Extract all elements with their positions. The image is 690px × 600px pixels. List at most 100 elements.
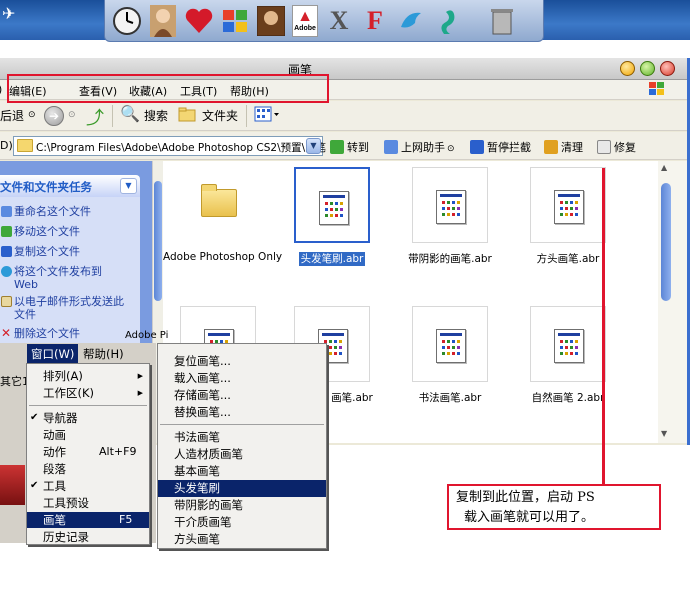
menu-item-animation[interactable]: 动画 <box>27 427 149 443</box>
menu-item-history[interactable]: 历史记录 <box>27 529 149 545</box>
adobe-icon[interactable]: ▲ Adobe <box>292 4 318 37</box>
helper-dropdown-icon[interactable]: ⊙ <box>447 144 455 154</box>
mail-icon <box>1 296 12 307</box>
folders-icon[interactable] <box>178 106 196 125</box>
go-button-label: 转到 <box>347 141 369 154</box>
search-icon[interactable]: 🔍 <box>120 104 140 123</box>
helper-icon <box>384 140 398 154</box>
menu-item-calligraphic[interactable]: 书法画笔 <box>158 429 326 446</box>
file-name: 头发笔刷.abr <box>298 252 366 266</box>
scroll-up-icon[interactable]: ▲ <box>661 163 667 172</box>
menu-item-basic[interactable]: 基本画笔 <box>158 463 326 480</box>
task-copy-label: 复制这个文件 <box>14 245 80 258</box>
menu-item-dry-media[interactable]: 干介质画笔 <box>158 514 326 531</box>
maximize-button[interactable] <box>640 61 655 76</box>
views-icon[interactable] <box>254 106 280 125</box>
windows-logo-icon[interactable] <box>220 5 250 37</box>
app-dock: ▲ Adobe X F <box>104 0 544 42</box>
swift-icon[interactable]: ✈ <box>2 4 24 24</box>
scroll-down-icon[interactable]: ▼ <box>661 429 667 438</box>
seahorse-icon[interactable] <box>432 5 462 37</box>
file-thumbnail <box>412 167 488 243</box>
fix-label: 修复 <box>614 141 636 154</box>
menu-item-actions[interactable]: 动作 Alt+F9 <box>27 444 149 460</box>
file-item[interactable]: 自然画笔 2.abr <box>513 304 623 430</box>
menu-item-workspace[interactable]: 工作区(K) ▶ <box>27 385 149 401</box>
back-dropdown-icon[interactable]: ⊙ <box>28 110 36 120</box>
menu-item-hair-brushes[interactable]: 头发笔刷 <box>158 480 326 497</box>
file-thumbnail <box>530 167 606 243</box>
clean-label: 清理 <box>561 141 583 154</box>
window-menu-dropdown: 排列(A) ▶ 工作区(K) ▶ ✔ 导航器 动画 动作 Alt+F9 段落 ✔… <box>26 363 150 545</box>
menu-item-drop-shadow[interactable]: 带阴影的画笔 <box>158 497 326 514</box>
menu-item-tool-presets[interactable]: 工具预设 <box>27 495 149 511</box>
file-item[interactable]: 书法画笔.abr <box>395 304 505 430</box>
menu-separator <box>160 424 324 425</box>
ps-menu-help[interactable]: 帮助(H) <box>83 346 124 362</box>
forward-button[interactable]: ➔ <box>44 106 64 126</box>
file-item[interactable]: 带阴影的画笔.abr <box>395 165 505 291</box>
adobe-label: Adobe <box>294 25 316 32</box>
folder-icon <box>201 184 237 217</box>
portrait-icon[interactable] <box>256 5 286 37</box>
address-dropdown-button[interactable]: ▼ <box>306 138 321 154</box>
ps-menu-window[interactable]: 窗口(W) <box>27 344 79 364</box>
other-label: 其它1 <box>0 375 29 388</box>
menu-item-replace-brushes[interactable]: 替换画笔... <box>158 404 326 421</box>
menu-item-load-brushes[interactable]: 载入画笔... <box>158 370 326 387</box>
clean-button[interactable]: 清理 <box>544 139 583 155</box>
search-button-label[interactable]: 搜索 <box>144 107 168 124</box>
menu-item-save-brushes[interactable]: 存储画笔... <box>158 387 326 404</box>
file-item[interactable]: 方头画笔.abr <box>513 165 623 291</box>
address-input[interactable]: C:\Program Files\Adobe\Adobe Photoshop C… <box>13 136 326 156</box>
address-path[interactable]: C:\Program Files\Adobe\Adobe Photoshop C… <box>36 140 326 155</box>
folders-button-label[interactable]: 文件夹 <box>202 107 238 124</box>
file-thumbnail <box>530 306 606 382</box>
file-thumbnail <box>412 306 488 382</box>
dolphin-icon[interactable] <box>396 5 426 37</box>
menu-file[interactable]: ) <box>0 83 2 96</box>
scrollbar-thumb[interactable] <box>661 183 671 301</box>
file-item[interactable]: Adobe Photoshop Only <box>163 165 282 291</box>
girl-avatar-icon[interactable] <box>148 4 178 37</box>
heart-icon[interactable] <box>184 5 214 37</box>
address-label: D) <box>0 139 13 152</box>
file-item-selected[interactable]: 头发笔刷.abr <box>277 165 387 291</box>
close-button[interactable] <box>660 61 675 76</box>
task-delete[interactable]: ✕ 删除这个文件 <box>0 327 128 339</box>
up-folder-icon[interactable]: ⤴ <box>86 104 104 130</box>
x11-icon[interactable]: X <box>324 5 354 37</box>
delete-x-icon: ✕ <box>1 327 12 339</box>
submenu-arrow-icon: ▶ <box>137 372 143 380</box>
go-button[interactable]: 转到 <box>330 139 369 155</box>
menu-item-square[interactable]: 方头画笔 <box>158 531 326 548</box>
fix-button[interactable]: 修复 <box>597 139 636 155</box>
collapse-chevron-icon[interactable]: ▼ <box>120 178 137 194</box>
abr-file-icon <box>554 190 584 224</box>
menu-item-tools[interactable]: ✔ 工具 <box>27 478 149 494</box>
file-tasks-header[interactable]: 文件和文件夹任务 ▼ <box>0 175 140 197</box>
forward-dropdown-icon[interactable]: ⊙ <box>68 110 76 120</box>
block-popup-label: 暂停拦截 <box>487 141 531 154</box>
menu-item-reset-brushes[interactable]: 复位画笔... <box>158 353 326 370</box>
back-button-label[interactable]: 后退 <box>0 107 24 124</box>
brush-options-menu: 复位画笔... 载入画笔... 存储画笔... 替换画笔... 书法画笔 人造材… <box>157 343 327 549</box>
menu-item-navigator[interactable]: ✔ 导航器 <box>27 410 149 426</box>
menu-item-arrange[interactable]: 排列(A) ▶ <box>27 368 149 384</box>
scrollbar-thumb[interactable] <box>154 181 162 301</box>
menu-item-faux-finish[interactable]: 人造材质画笔 <box>158 446 326 463</box>
menu-item-paragraph[interactable]: 段落 <box>27 461 149 477</box>
flash-icon[interactable]: F <box>360 5 390 37</box>
file-name: 书法画笔.abr <box>418 392 482 404</box>
menu-item-brushes[interactable]: 画笔 F5 <box>27 512 149 528</box>
toolbar-separator <box>246 105 247 127</box>
file-view-scrollbar[interactable]: ▲ ▼ <box>658 161 687 443</box>
block-icon <box>470 140 484 154</box>
upload-helper-button[interactable]: 上网助手 ⊙ <box>384 139 455 155</box>
upload-helper-label: 上网助手 <box>401 141 445 154</box>
block-popup-button[interactable]: 暂停拦截 <box>470 139 531 155</box>
callout-line-1: 复制到此位置，启动 PS <box>456 490 595 505</box>
trash-icon[interactable] <box>487 5 517 37</box>
minimize-button[interactable] <box>620 61 635 76</box>
clock-icon[interactable] <box>112 5 142 37</box>
